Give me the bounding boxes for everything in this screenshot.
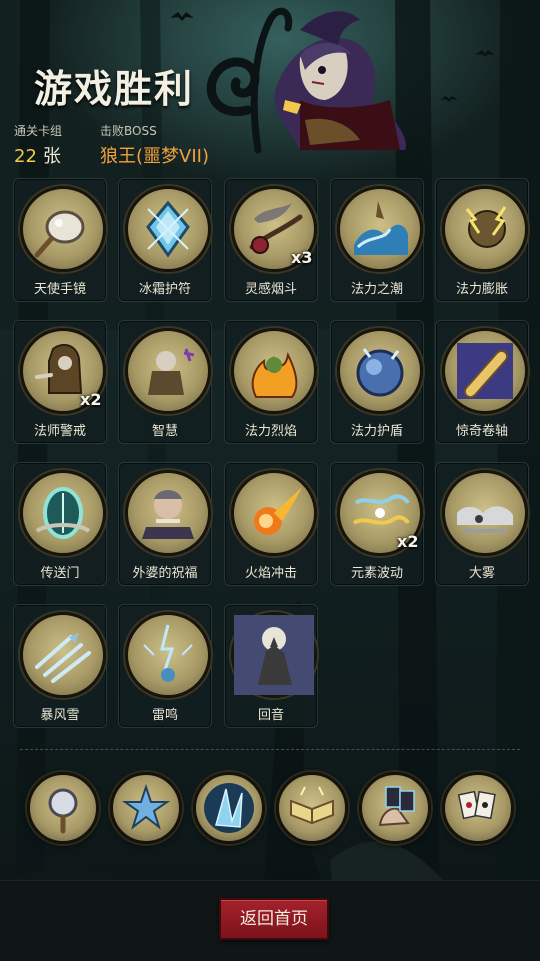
deck-card[interactable]: 传送门	[13, 462, 107, 586]
card-name: 回音	[257, 708, 284, 723]
card-count-badge: x2	[397, 532, 419, 551]
card-name: 法师警戒	[33, 424, 86, 439]
mana-blaze-icon	[231, 328, 317, 414]
card-name: 法力之潮	[350, 282, 403, 297]
deck-count-value: 22	[14, 146, 37, 167]
card-name: 火焰冲击	[244, 566, 297, 581]
card-name: 惊奇卷轴	[455, 424, 508, 439]
deck-count: 22 张	[14, 142, 62, 168]
card-name: 雷鸣	[151, 708, 178, 723]
deck-card[interactable]: 法力膨胀	[435, 178, 529, 302]
hand-mirror-icon	[20, 186, 106, 272]
deck-card[interactable]: 火焰冲击	[224, 462, 318, 586]
werewolf-echo-icon	[231, 612, 317, 698]
magic-mirror-relic-icon[interactable]	[27, 772, 99, 844]
deck-card[interactable]: 冰霜护符	[118, 178, 212, 302]
frost-amulet-icon	[125, 186, 211, 272]
fog-icon	[442, 470, 528, 556]
deck-card[interactable]: 灵感烟斗 x3	[224, 178, 318, 302]
blizzard-icon	[20, 612, 106, 698]
card-name: 元素波动	[350, 566, 403, 581]
deck-stat: 通关卡组 22 张	[14, 122, 62, 168]
section-divider	[20, 749, 520, 750]
mana-shield-icon	[337, 328, 423, 414]
deck-card[interactable]: 智慧	[118, 320, 212, 444]
star-relic-icon[interactable]	[110, 772, 182, 844]
deck-card[interactable]: 暴风雪	[13, 604, 107, 728]
card-name: 法力护盾	[350, 424, 403, 439]
grandma-blessing-icon	[125, 470, 211, 556]
deck-card[interactable]: 外婆的祝福	[118, 462, 212, 586]
wisdom-icon	[125, 328, 211, 414]
portal-icon	[20, 470, 106, 556]
deck-card[interactable]: 大雾	[435, 462, 529, 586]
card-name: 外婆的祝福	[132, 566, 198, 581]
deck-card[interactable]: 回音	[224, 604, 318, 728]
playing-cards-relic-icon[interactable]	[442, 772, 514, 844]
thunder-icon	[125, 612, 211, 698]
card-hand-relic-icon[interactable]	[359, 772, 431, 844]
mana-surge-icon	[442, 186, 528, 272]
card-name: 法力膨胀	[455, 282, 508, 297]
deck-card[interactable]: 雷鸣	[118, 604, 212, 728]
deck-card[interactable]: 法师警戒 x2	[13, 320, 107, 444]
deck-card[interactable]: 惊奇卷轴	[435, 320, 529, 444]
victory-title: 游戏胜利	[34, 67, 195, 111]
card-name: 暴风雪	[40, 708, 80, 723]
card-name: 冰霜护符	[138, 282, 191, 297]
deck-card[interactable]: 法力护盾	[330, 320, 424, 444]
deck-card[interactable]: 元素波动 x2	[330, 462, 424, 586]
return-home-button[interactable]: 返回首页	[219, 898, 329, 940]
ice-crystal-relic-icon[interactable]	[193, 772, 265, 844]
deck-card[interactable]: 天使手镜	[13, 178, 107, 302]
deck-label: 通关卡组	[14, 124, 63, 138]
deck-count-unit: 张	[42, 146, 61, 167]
card-name: 传送门	[40, 566, 80, 581]
mana-tide-icon	[337, 186, 423, 272]
deck-card[interactable]: 法力烈焰	[224, 320, 318, 444]
card-name: 灵感烟斗	[244, 282, 297, 297]
boss-name: 狼王(噩梦VII)	[100, 146, 209, 167]
card-count-badge: x2	[80, 390, 102, 409]
spellbook-relic-icon[interactable]	[276, 772, 348, 844]
card-name: 法力烈焰	[244, 424, 297, 439]
card-name: 智慧	[151, 424, 178, 439]
boss-stat: 击败BOSS 狼王(噩梦VII)	[100, 122, 209, 168]
card-count-badge: x3	[291, 248, 313, 267]
fireball-icon	[231, 470, 317, 556]
deck-card[interactable]: 法力之潮	[330, 178, 424, 302]
card-name: 天使手镜	[33, 282, 86, 297]
scroll-icon	[442, 328, 528, 414]
boss-label: 击败BOSS	[100, 124, 157, 138]
card-name: 大雾	[468, 566, 495, 581]
